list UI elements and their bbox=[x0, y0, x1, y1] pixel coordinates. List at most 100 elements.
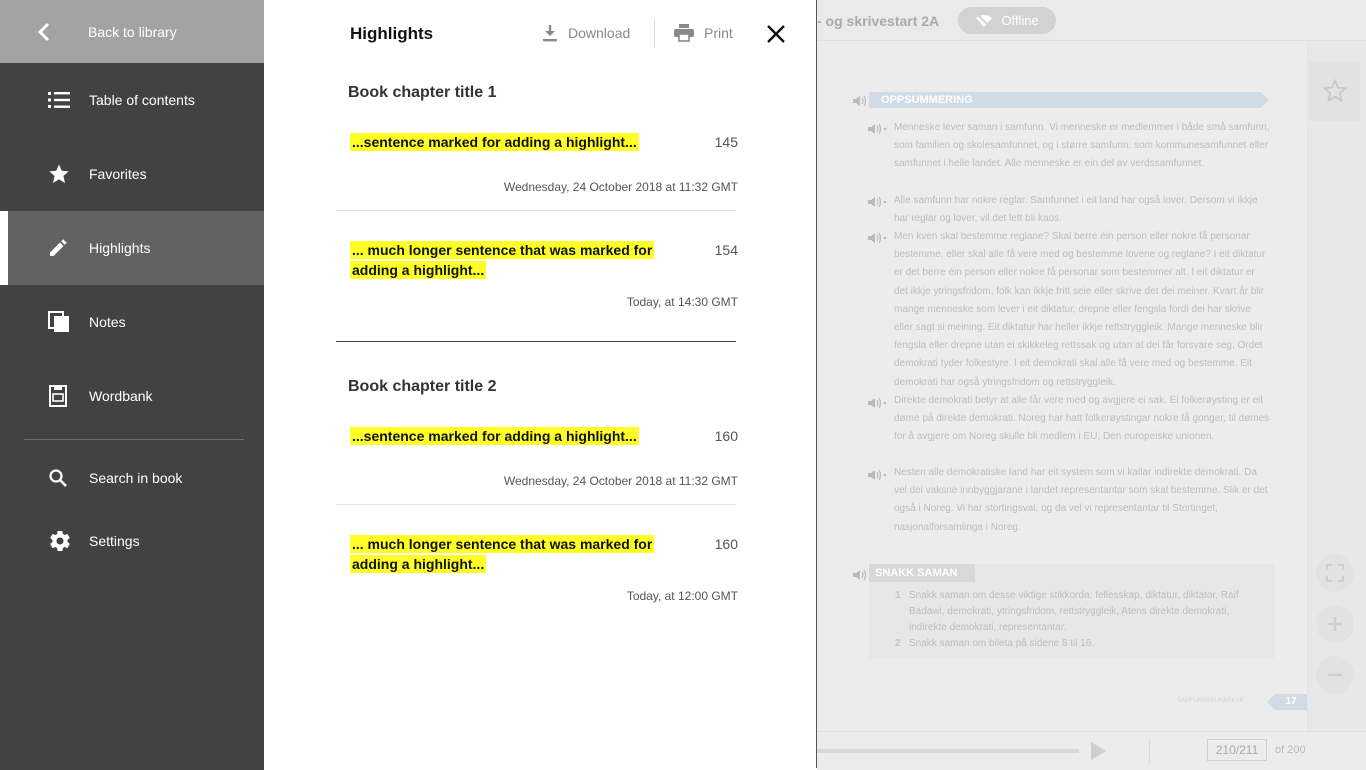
speaker-icon[interactable] bbox=[867, 196, 887, 208]
sidebar-item-label: Highlights bbox=[89, 240, 151, 256]
printer-icon bbox=[674, 24, 694, 42]
highlight-text: ...sentence marked for adding a highligh… bbox=[350, 427, 639, 445]
favorite-page-button[interactable] bbox=[1309, 61, 1360, 121]
page-total-label: of 200 bbox=[1275, 744, 1306, 756]
close-icon bbox=[767, 25, 785, 43]
highlight-page-number: 160 bbox=[714, 536, 738, 552]
back-to-library-label: Back to library bbox=[88, 23, 177, 40]
highlight-entry[interactable]: ...sentence marked for adding a highligh… bbox=[336, 424, 738, 494]
highlight-entry[interactable]: ... much longer sentence that was marked… bbox=[336, 533, 738, 611]
paragraph: Men kven skal bestemme reglane? Skal ber… bbox=[894, 231, 1266, 388]
plus-icon bbox=[1328, 617, 1342, 631]
bottom-divider bbox=[1149, 738, 1150, 764]
sidebar-item-notes[interactable]: Notes bbox=[0, 285, 264, 359]
print-button[interactable]: Print bbox=[674, 24, 733, 42]
page-number-input[interactable]: 210/211 bbox=[1207, 739, 1267, 761]
sidebar-item-label: Table of contents bbox=[89, 92, 195, 108]
gear-icon bbox=[0, 529, 89, 553]
highlight-date: Today, at 14:30 GMT bbox=[626, 295, 738, 309]
star-outline-icon bbox=[1321, 78, 1348, 103]
speaker-icon[interactable] bbox=[867, 232, 887, 244]
speaker-icon[interactable] bbox=[867, 469, 887, 481]
highlight-date: Wednesday, 24 October 2018 at 11:32 GMT bbox=[503, 474, 738, 488]
zoom-in-button[interactable] bbox=[1316, 605, 1354, 643]
sidebar-item-label: Favorites bbox=[89, 166, 147, 182]
discussion-number: 2 bbox=[895, 638, 901, 649]
highlight-entry[interactable]: ... much longer sentence that was marked… bbox=[336, 239, 738, 317]
sidebar-item-favorites[interactable]: Favorites bbox=[0, 137, 264, 211]
chevron-left-icon bbox=[0, 22, 88, 42]
highlight-page-number: 154 bbox=[714, 242, 738, 258]
download-button[interactable]: Download bbox=[542, 24, 630, 42]
sidebar: Back to library Table of contents Favori… bbox=[0, 0, 264, 770]
highlights-panel: Highlights Download Print Book chapter t… bbox=[264, 0, 817, 768]
sidebar-item-label: Settings bbox=[89, 532, 140, 549]
sidebar-item-label: Notes bbox=[89, 314, 126, 330]
book-title: - og skrivestart 2A bbox=[817, 13, 940, 29]
speaker-icon[interactable] bbox=[867, 123, 887, 135]
reader-side-rail bbox=[1307, 41, 1366, 731]
sidebar-item-label: Wordbank bbox=[89, 388, 153, 404]
section-banner: OPPSUMMERING bbox=[869, 92, 1269, 108]
highlight-page-number: 160 bbox=[714, 428, 738, 444]
paragraph: Alle samfunn har nokre reglar. Samfunnet… bbox=[894, 195, 1258, 225]
speaker-icon[interactable] bbox=[852, 569, 868, 581]
fullscreen-button[interactable] bbox=[1316, 554, 1354, 592]
download-label: Download bbox=[568, 25, 631, 41]
reader-topbar: - og skrivestart 2A Offline bbox=[817, 0, 1366, 41]
panel-header: Highlights Download Print bbox=[264, 0, 816, 68]
sidebar-item-search-in-book[interactable]: Search in book bbox=[0, 446, 264, 509]
print-label: Print bbox=[704, 25, 733, 41]
list-icon bbox=[0, 91, 89, 109]
page-progress-track[interactable] bbox=[817, 749, 1079, 753]
sidebar-item-label: Search in book bbox=[89, 469, 183, 486]
notes-icon bbox=[0, 311, 89, 333]
sidebar-item-table-of-contents[interactable]: Table of contents bbox=[0, 63, 264, 137]
entry-divider bbox=[336, 504, 736, 505]
page-footer-label: SAMFUNNSKUNNSKAP bbox=[1177, 698, 1244, 704]
reader-bottom-bar: 210/211 of 200 bbox=[817, 731, 1366, 770]
highlight-text: ... much longer sentence that was marked… bbox=[350, 241, 655, 279]
discussion-item: Snakk saman om desse viktige stikkorda: … bbox=[909, 590, 1239, 633]
sidebar-item-settings[interactable]: Settings bbox=[0, 509, 264, 572]
zoom-out-button[interactable] bbox=[1316, 656, 1354, 694]
chapter-divider bbox=[336, 341, 736, 342]
paragraph: Nesten alle demokratiske land har eit sy… bbox=[894, 467, 1268, 533]
discussion-number: 1 bbox=[895, 590, 901, 601]
close-button[interactable] bbox=[764, 22, 788, 46]
chapter-title: Book chapter title 1 bbox=[348, 84, 497, 101]
wordbank-icon bbox=[0, 385, 89, 407]
chapter-title: Book chapter title 2 bbox=[348, 378, 497, 395]
header-divider bbox=[654, 20, 655, 48]
speaker-icon[interactable] bbox=[852, 95, 868, 107]
play-icon[interactable] bbox=[1089, 741, 1107, 761]
highlight-page-number: 145 bbox=[714, 134, 738, 150]
minus-icon bbox=[1328, 673, 1342, 677]
page-number-badge: 17 bbox=[1267, 694, 1307, 710]
panel-title: Highlights bbox=[350, 24, 434, 43]
pencil-icon bbox=[0, 238, 89, 258]
book-reader: - og skrivestart 2A Offline OPPSUMMERING… bbox=[817, 0, 1366, 770]
speaker-icon[interactable] bbox=[867, 397, 887, 409]
offline-badge: Offline bbox=[958, 7, 1056, 34]
search-icon bbox=[0, 468, 89, 488]
highlight-date: Wednesday, 24 October 2018 at 11:32 GMT bbox=[503, 180, 738, 194]
highlight-text: ...sentence marked for adding a highligh… bbox=[350, 133, 639, 151]
highlight-entry[interactable]: ...sentence marked for adding a highligh… bbox=[336, 130, 738, 200]
wifi-off-icon bbox=[976, 13, 993, 28]
download-icon bbox=[543, 25, 557, 42]
sidebar-item-highlights[interactable]: Highlights bbox=[0, 211, 264, 285]
entry-divider bbox=[336, 210, 736, 211]
star-icon bbox=[0, 163, 89, 185]
sidebar-item-wordbank[interactable]: Wordbank bbox=[0, 359, 264, 433]
paragraph: Direkte demokrati betyr at alle får vere… bbox=[894, 395, 1270, 443]
paragraph: Menneske lever saman i samfunn. Vi menne… bbox=[894, 122, 1270, 170]
highlight-date: Today, at 12:00 GMT bbox=[626, 589, 738, 603]
discussion-banner: SNAKK SAMAN bbox=[869, 564, 975, 582]
back-to-library-button[interactable]: Back to library bbox=[0, 0, 264, 63]
discussion-box: SNAKK SAMAN 1 Snakk saman om desse vikti… bbox=[869, 564, 1274, 659]
fullscreen-icon bbox=[1326, 564, 1344, 582]
sidebar-divider bbox=[24, 439, 244, 440]
highlight-text: ... much longer sentence that was marked… bbox=[350, 535, 655, 573]
discussion-item: Snakk saman om bileta på sidene 8 til 16… bbox=[909, 638, 1095, 649]
